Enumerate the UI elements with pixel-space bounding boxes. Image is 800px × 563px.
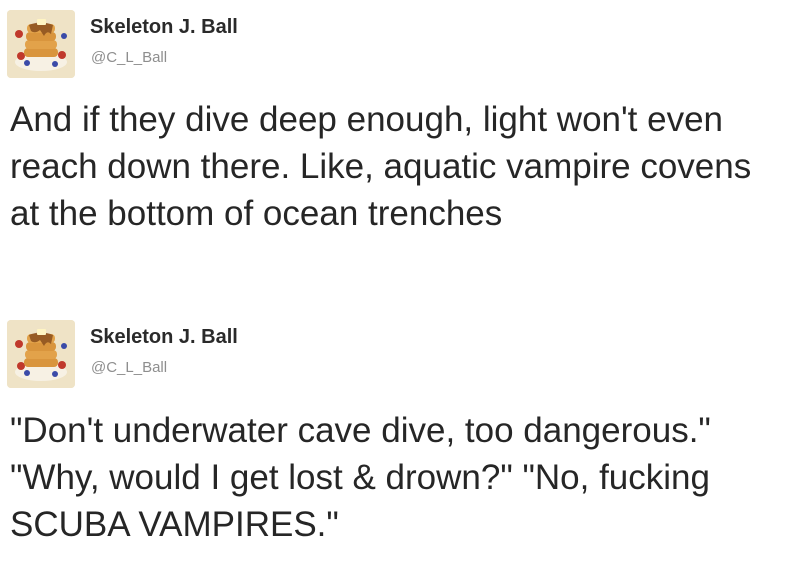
- tweet-text: "Don't underwater cave dive, too dangero…: [10, 411, 711, 544]
- user-handle[interactable]: @C_L_Ball: [91, 49, 167, 66]
- avatar[interactable]: [7, 10, 75, 78]
- avatar[interactable]: [7, 320, 75, 388]
- tweet-text: And if they dive deep enough, light won'…: [10, 100, 752, 233]
- user-name[interactable]: Skeleton J. Ball: [90, 16, 238, 39]
- user-handle[interactable]: @C_L_Ball: [91, 359, 167, 376]
- pancake-stack-icon: [7, 320, 75, 388]
- user-name[interactable]: Skeleton J. Ball: [90, 326, 238, 349]
- pancake-stack-icon: [7, 10, 75, 78]
